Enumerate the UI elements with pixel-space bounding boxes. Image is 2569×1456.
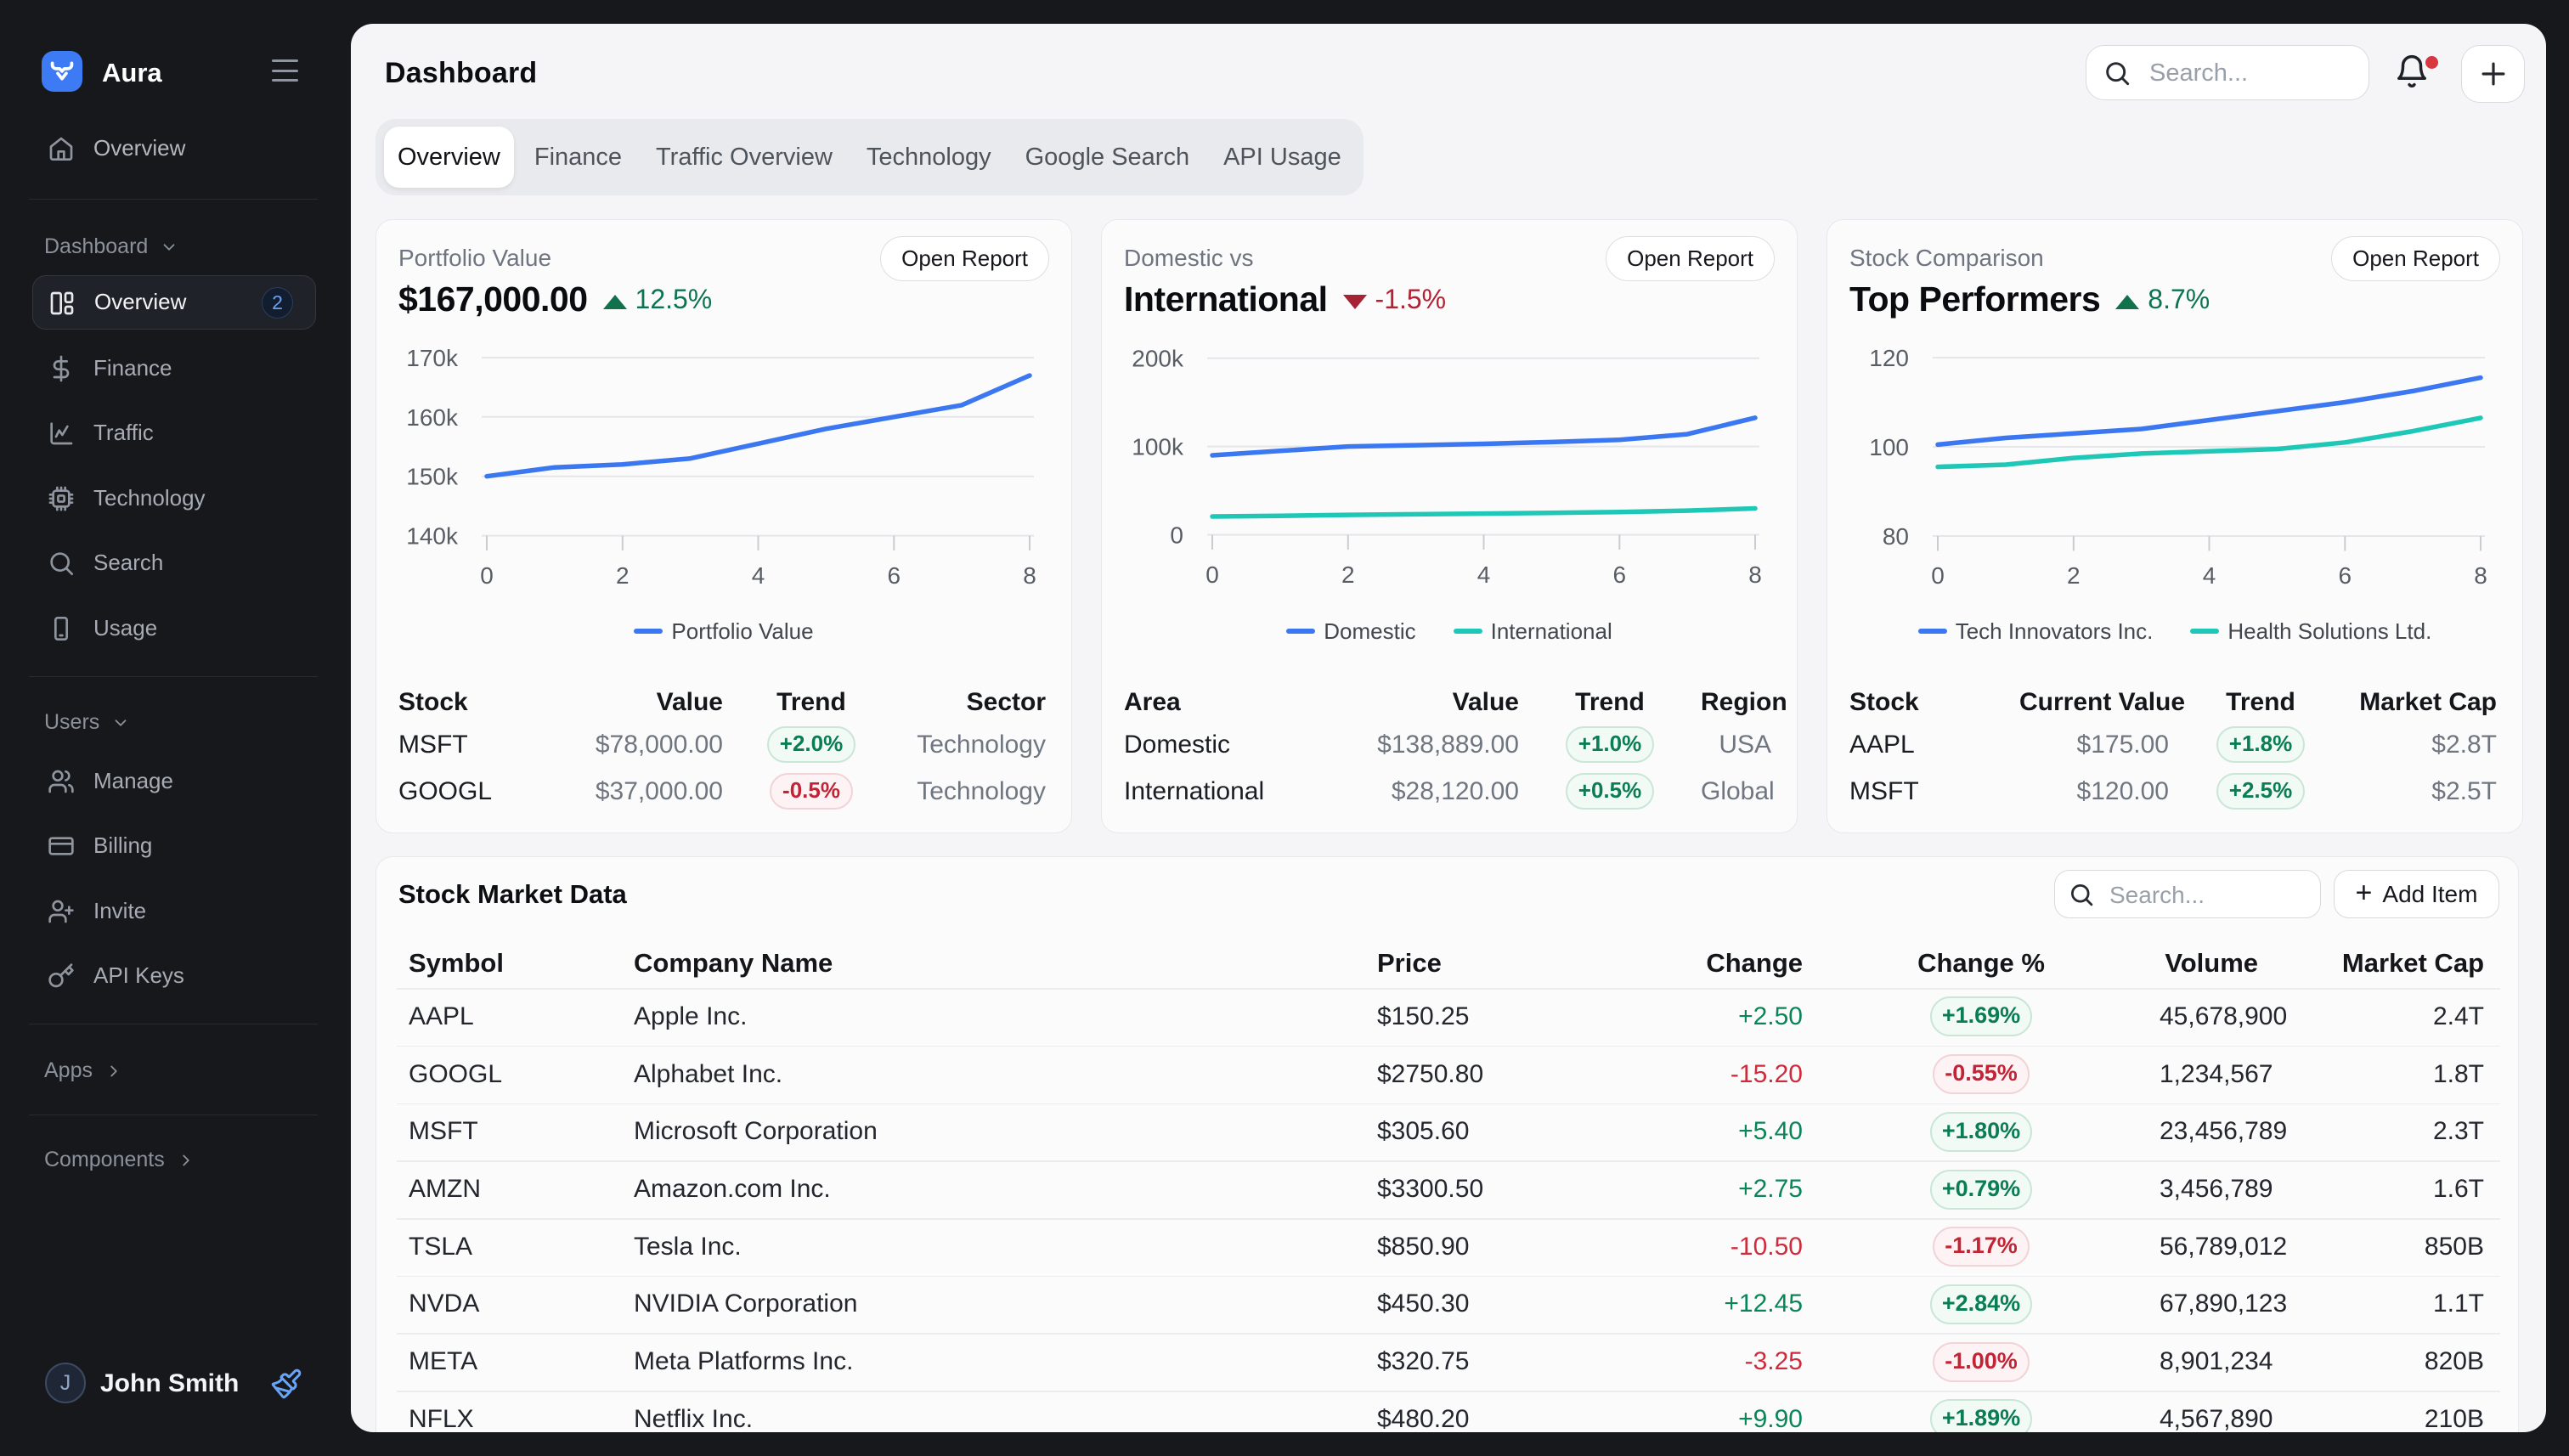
- svg-text:2: 2: [1341, 562, 1355, 588]
- svg-text:140k: 140k: [406, 523, 459, 550]
- svg-text:6: 6: [1613, 562, 1627, 588]
- svg-text:4: 4: [2203, 562, 2216, 589]
- svg-text:160k: 160k: [406, 404, 459, 431]
- svg-text:8: 8: [2474, 562, 2487, 589]
- svg-text:0: 0: [1170, 522, 1183, 549]
- svg-text:0: 0: [1931, 562, 1945, 589]
- svg-text:4: 4: [752, 562, 765, 589]
- svg-text:0: 0: [1205, 562, 1219, 588]
- svg-text:2: 2: [2067, 562, 2081, 589]
- svg-text:200k: 200k: [1132, 346, 1184, 372]
- svg-text:8: 8: [1023, 562, 1036, 589]
- svg-text:100k: 100k: [1132, 434, 1184, 460]
- svg-text:80: 80: [1883, 523, 1909, 550]
- svg-text:2: 2: [616, 562, 630, 589]
- svg-text:120: 120: [1869, 345, 1909, 371]
- svg-text:8: 8: [1748, 562, 1762, 588]
- svg-text:150k: 150k: [406, 464, 459, 490]
- svg-text:170k: 170k: [406, 345, 459, 371]
- svg-text:6: 6: [2339, 562, 2352, 589]
- svg-text:0: 0: [480, 562, 494, 589]
- svg-text:100: 100: [1869, 434, 1909, 460]
- svg-text:4: 4: [1477, 562, 1491, 588]
- svg-text:6: 6: [888, 562, 901, 589]
